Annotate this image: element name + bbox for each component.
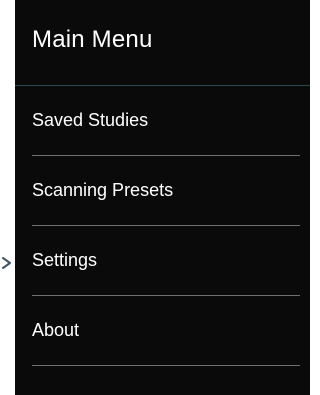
chevron-right-icon: [2, 257, 11, 269]
menu-item-settings[interactable]: Settings: [15, 226, 310, 296]
menu-list: Saved Studies Scanning Presets Settings …: [15, 86, 310, 366]
main-menu-panel: Main Menu Saved Studies Scanning Presets…: [15, 0, 310, 395]
menu-header: Main Menu: [15, 0, 310, 86]
menu-item-scanning-presets[interactable]: Scanning Presets: [15, 156, 310, 226]
menu-item-label: Saved Studies: [32, 109, 149, 130]
menu-item-saved-studies[interactable]: Saved Studies: [15, 86, 310, 156]
screen: Main Menu Saved Studies Scanning Presets…: [0, 0, 310, 395]
menu-item-about[interactable]: About: [15, 296, 310, 366]
menu-item-label: About: [32, 319, 80, 340]
menu-item-label: Scanning Presets: [32, 179, 174, 200]
menu-item-label: Settings: [32, 249, 98, 270]
menu-title: Main Menu: [32, 25, 153, 53]
